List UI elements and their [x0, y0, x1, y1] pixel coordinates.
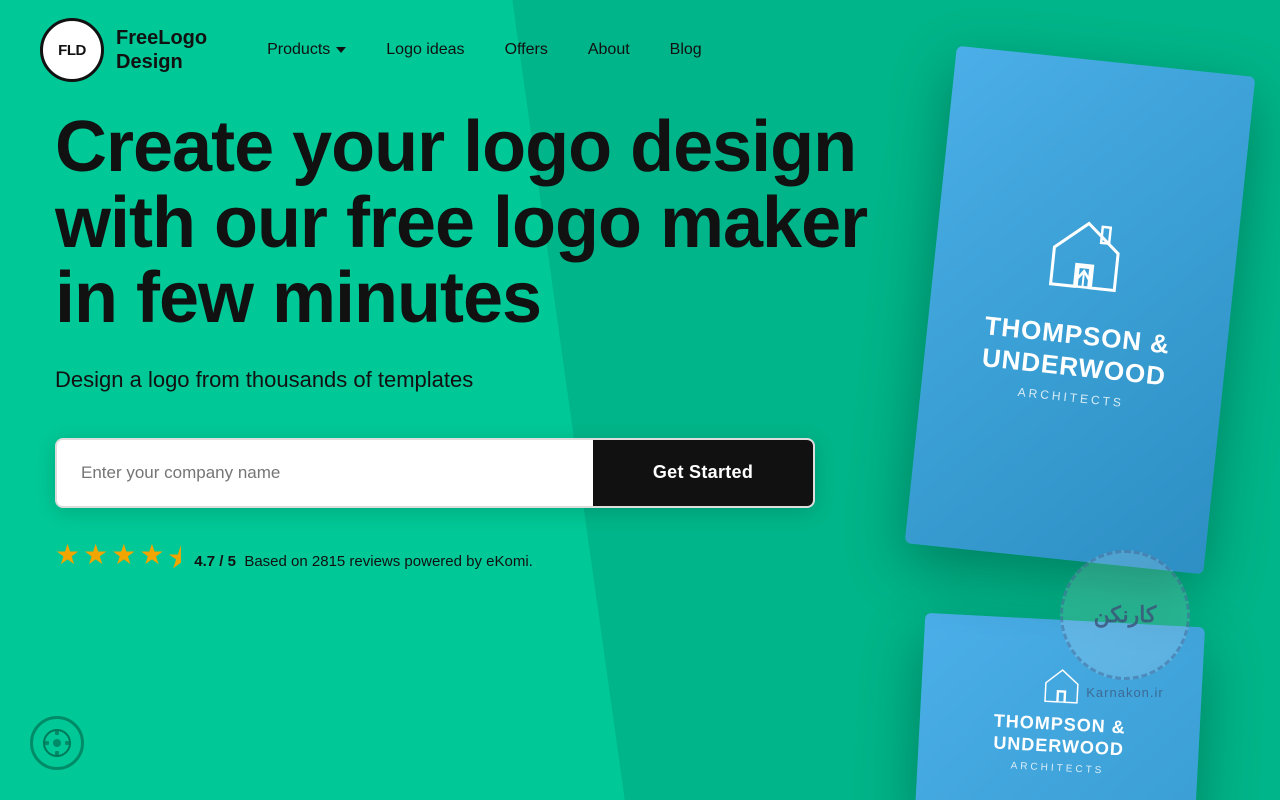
chevron-down-icon — [336, 47, 346, 53]
star-half: ⯨ — [167, 538, 182, 586]
logo-card-preview: THOMPSON & UNDERWOOD ARCHITECTS — [905, 46, 1256, 575]
watermark-rtl-text: کارنکن — [1094, 602, 1157, 628]
hero-heading: Create your logo design with our free lo… — [55, 110, 875, 337]
rating-area: ★ ★ ★ ★ ⯨ 4.7 / 5 Based on 2815 reviews … — [55, 538, 875, 586]
star-rating: ★ ★ ★ ★ ⯨ — [55, 538, 182, 586]
navigation: FLD FreeLogo Design Products Logo ideas — [0, 0, 1280, 100]
card2-company-name: THOMPSON & UNDERWOOD — [992, 710, 1126, 760]
watermark: کارنکن Karnakon.ir — [1060, 550, 1190, 700]
star-3: ★ — [111, 538, 136, 586]
nav-item-offers[interactable]: Offers — [505, 41, 548, 59]
logo-text: FreeLogo Design — [116, 26, 207, 74]
rating-score: 4.7 / 5 Based on 2815 reviews powered by… — [194, 553, 533, 570]
star-2: ★ — [83, 538, 108, 586]
watermark-circle: کارنکن — [1060, 550, 1190, 680]
card-company-sub: ARCHITECTS — [1017, 385, 1125, 410]
get-started-button[interactable]: Get Started — [593, 440, 813, 506]
film-icon[interactable] — [30, 716, 84, 770]
nav-item-blog[interactable]: Blog — [670, 41, 702, 59]
company-name-search-bar[interactable]: Get Started — [55, 438, 815, 508]
hero-content: Create your logo design with our free lo… — [55, 110, 875, 586]
star-4: ★ — [139, 538, 164, 586]
hero-subtext: Design a logo from thousands of template… — [55, 367, 875, 393]
card2-company-sub: ARCHITECTS — [1010, 761, 1104, 777]
star-1: ★ — [55, 538, 80, 586]
brand-logo[interactable]: FLD FreeLogo Design — [40, 18, 207, 82]
hero-section: FLD FreeLogo Design Products Logo ideas — [0, 0, 1280, 800]
card-company-name: THOMPSON & UNDERWOOD — [980, 311, 1172, 393]
nav-links: Products Logo ideas Offers About — [267, 41, 702, 59]
nav-item-logo-ideas[interactable]: Logo ideas — [386, 41, 464, 59]
logo-circle: FLD — [40, 18, 104, 82]
watermark-url: Karnakon.ir — [1060, 685, 1190, 700]
nav-item-products[interactable]: Products — [267, 41, 346, 59]
house-icon — [1041, 212, 1129, 305]
nav-item-about[interactable]: About — [588, 41, 630, 59]
search-input[interactable] — [57, 440, 593, 506]
